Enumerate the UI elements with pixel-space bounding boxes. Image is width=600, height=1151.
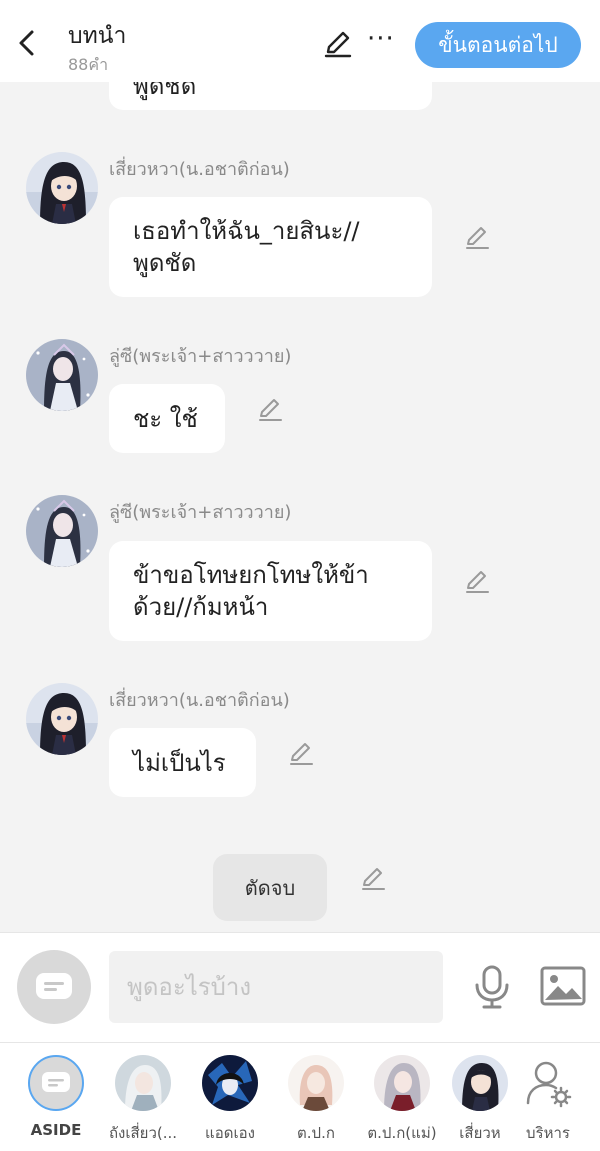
character-label: ต.ป.ก [297, 1124, 335, 1142]
avatar[interactable] [26, 339, 98, 411]
girl-pink-hair-avatar-icon [288, 1055, 344, 1111]
character-item-manage[interactable]: บริหาร [508, 1053, 588, 1143]
message-text: เธอทำให้ฉัน_ายสินะ// [133, 217, 360, 245]
message-bubble[interactable]: ข้าขอโทษยกโทษให้ข้า ด้วย//ก้มหน้า [109, 541, 432, 641]
microphone-icon[interactable] [472, 965, 512, 1009]
avatar [374, 1055, 430, 1111]
character-name: ลู่ซี(พระเจ้า+สาวววาย) [109, 502, 292, 523]
chat-bubble-icon [36, 973, 72, 999]
avatar [452, 1055, 508, 1111]
character-item[interactable]: ต.ป.ก [276, 1053, 356, 1143]
avatar [202, 1055, 258, 1111]
edit-message-icon[interactable] [463, 224, 491, 252]
end-story-button[interactable]: ตัดจบ [213, 854, 327, 921]
character-item[interactable]: แอดเอง [190, 1053, 270, 1143]
avatar[interactable] [26, 495, 98, 567]
girl-silver-snow-avatar-icon [26, 495, 98, 567]
girl-silver-hair-avatar-icon [374, 1055, 430, 1111]
aside-toggle-button[interactable] [17, 950, 91, 1024]
girl-dark-hair-avatar-icon [26, 683, 98, 755]
top-bar: บทนำ 88คำ ··· ขั้นตอนต่อไป [0, 0, 600, 82]
avatar [288, 1055, 344, 1111]
chat-bubble-icon [42, 1072, 70, 1092]
message-text: ชะ ใช้ [133, 404, 198, 433]
edit-pencil-icon[interactable] [322, 28, 354, 60]
dark-blue-art-avatar-icon [202, 1055, 258, 1111]
character-item[interactable]: ถังเสี่ยว(... [103, 1053, 183, 1143]
message-text: ข้าขอโทษยกโทษให้ข้า [133, 561, 369, 589]
girl-dark-hair-avatar-icon [26, 152, 98, 224]
message-bubble-partial[interactable]: พูดชัด [109, 82, 432, 110]
message-bubble[interactable]: ชะ ใช้ [109, 384, 225, 453]
word-count: 88คำ [68, 55, 109, 74]
manage-user-icon [526, 1061, 572, 1108]
character-name: เสี่ยวหวา(น.อชาติก่อน) [109, 690, 290, 711]
character-item[interactable]: ต.ป.ก(แม่) [362, 1053, 442, 1143]
edit-message-icon[interactable] [256, 396, 284, 424]
avatar[interactable] [26, 152, 98, 224]
character-name: เสี่ยวหวา(น.อชาติก่อน) [109, 159, 290, 180]
message-bubble[interactable]: เธอทำให้ฉัน_ายสินะ// พูดชัด [109, 197, 432, 297]
character-item-aside[interactable]: ASIDE [16, 1053, 96, 1143]
aside-avatar [28, 1055, 84, 1111]
character-bar: ASIDE ถังเสี่ยว(... แอดเอง ต.ป.ก ต.ป.ก(แ… [0, 1042, 600, 1151]
chat-area: พูดชัด เสี่ยวหวา(น.อชาติก่อน) เธอทำให้ฉั… [0, 82, 600, 932]
character-name: ลู่ซี(พระเจ้า+สาวววาย) [109, 346, 292, 367]
message-bubble[interactable]: ไม่เป็นไร [109, 728, 256, 797]
boy-white-hair-avatar-icon [115, 1055, 171, 1111]
girl-silver-snow-avatar-icon [26, 339, 98, 411]
more-options-button[interactable]: ··· [367, 24, 395, 54]
character-label: ASIDE [30, 1121, 82, 1139]
edit-message-icon[interactable] [287, 740, 315, 768]
page-title: บทนำ [68, 23, 127, 49]
character-label: บริหาร [526, 1124, 570, 1142]
message-text: พูดชัด [133, 249, 197, 277]
character-label: ถังเสี่ยว(... [108, 1124, 178, 1142]
message-text: ด้วย//ก้มหน้า [133, 593, 269, 621]
avatar [115, 1055, 171, 1111]
message-text: ไม่เป็นไร [133, 748, 226, 777]
edit-message-icon[interactable] [359, 865, 387, 893]
character-label: แอดเอง [205, 1124, 255, 1142]
avatar[interactable] [26, 683, 98, 755]
message-text: พูดชัด [133, 82, 197, 100]
message-composer [0, 932, 600, 1042]
back-arrow-icon[interactable] [14, 28, 40, 58]
girl-dark-hair-avatar-icon [452, 1055, 508, 1111]
image-upload-icon[interactable] [540, 966, 586, 1006]
edit-message-icon[interactable] [463, 568, 491, 596]
next-step-button[interactable]: ขั้นตอนต่อไป [415, 22, 581, 68]
message-input[interactable] [109, 951, 443, 1023]
